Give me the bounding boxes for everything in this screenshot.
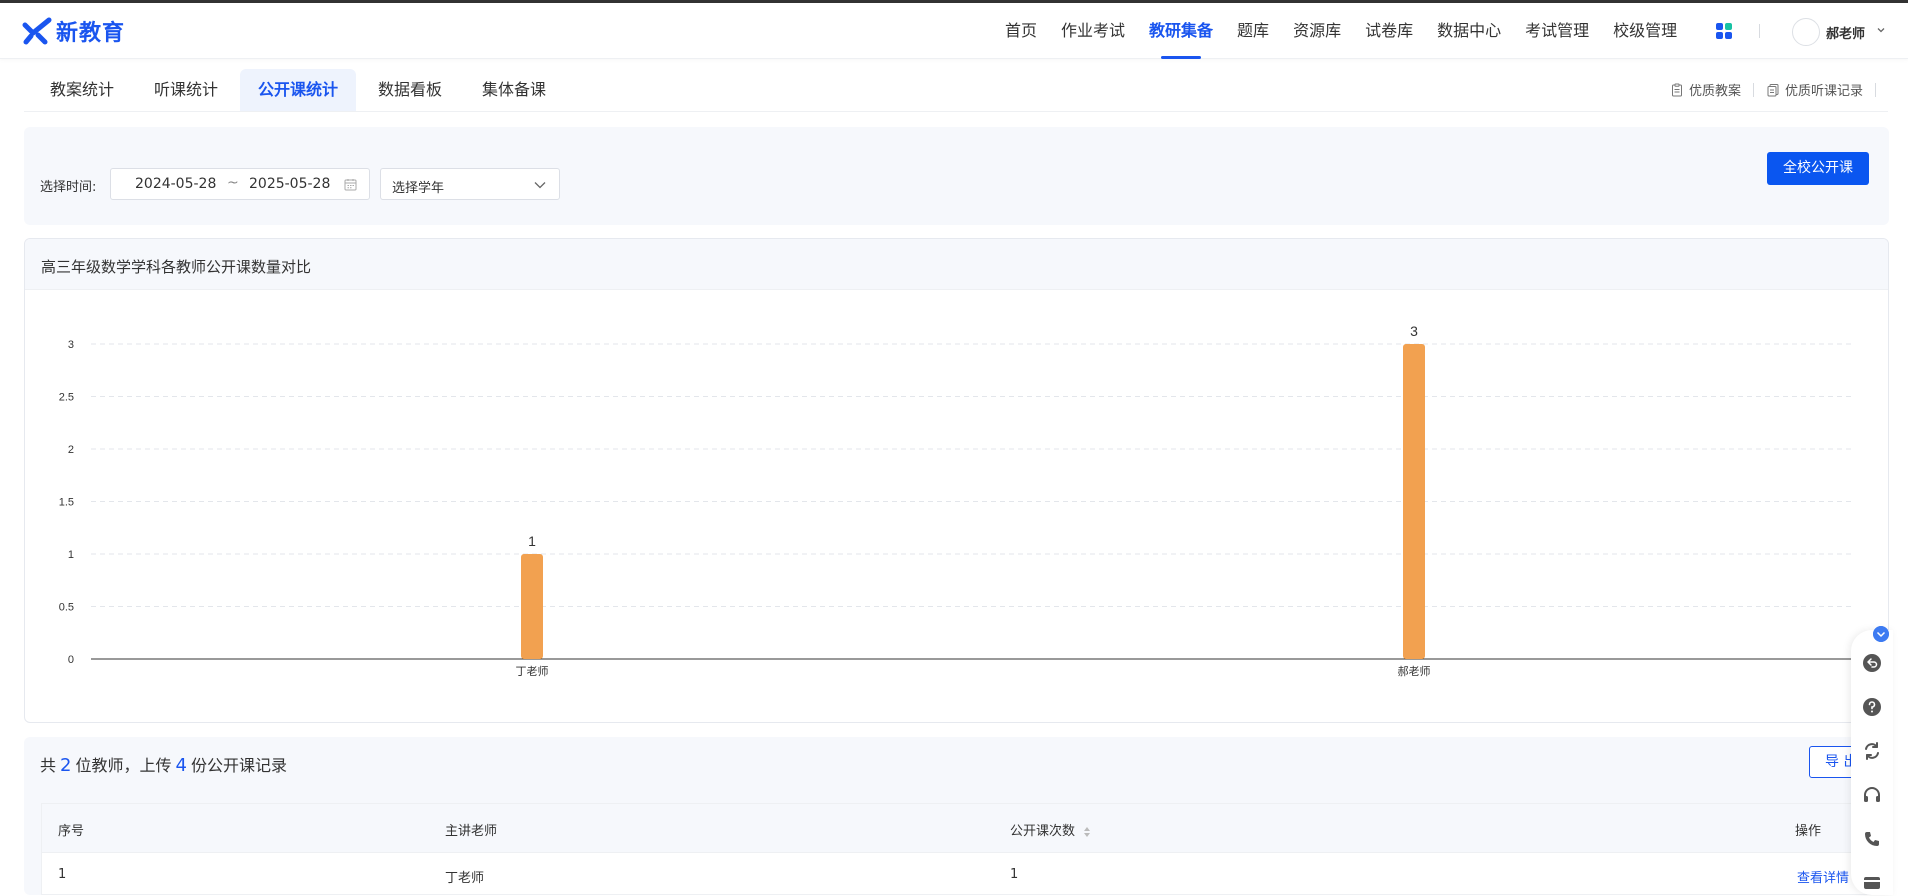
quality-observation-records-link[interactable]: 优质听课记录 [1766,80,1863,99]
nav-item-home[interactable]: 首页 [1005,3,1037,59]
chart-panel: 高三年级数学学科各教师公开课数量对比 0 0.5 1 1.5 2 2.5 3 1 丁老师 3 郝老师 [24,238,1889,723]
headset-icon[interactable] [1862,785,1882,805]
chevron-down-icon[interactable] [1876,25,1886,35]
y-tick-label: 1 [68,549,74,561]
nav-item-question-bank[interactable]: 题库 [1237,3,1269,59]
header-count[interactable]: 公开课次数 [1010,820,1091,839]
teacher-table: 序号 主讲老师 公开课次数 操作 1 丁老师 1 查看详情 [41,803,1889,895]
nav-item-school-management[interactable]: 校级管理 [1613,3,1677,59]
data-label: 3 [1410,323,1418,339]
data-label: 1 [528,533,536,549]
main-nav: 首页 作业考试 教研集备 题库 资源库 试卷库 数据中心 考试管理 校级管理 [1005,3,1701,59]
quick-links-divider [1752,82,1754,97]
sort-icon[interactable] [1083,826,1091,838]
card-icon[interactable] [1862,873,1882,893]
summary-prefix: 共 [40,756,57,775]
header-index: 序号 [58,824,85,839]
tab-open-class-stats[interactable]: 公开课统计 [240,69,357,111]
quick-links-divider-end [1875,82,1876,97]
avatar[interactable] [1792,18,1820,46]
nav-item-paper-library[interactable]: 试卷库 [1365,3,1413,59]
nav-item-homework-exam[interactable]: 作业考试 [1061,3,1125,59]
header-divider [1759,24,1760,38]
top-header: 新教育 首页 作业考试 教研集备 题库 资源库 试卷库 数据中心 考试管理 校级… [0,3,1908,59]
y-tick-label: 3 [68,339,74,351]
tab-lesson-plan-stats[interactable]: 教案统计 [32,69,132,111]
side-toolbar [1851,630,1893,895]
summary-text: 共 2 位教师，上传 4 份公开课记录 [40,752,287,776]
chart-title: 高三年级数学学科各教师公开课数量对比 [41,258,312,276]
row-index: 1 [58,867,67,882]
clipboard-icon [1671,83,1682,96]
nav-item-teaching-research[interactable]: 教研集备 [1149,3,1213,59]
notes-icon [1767,83,1779,96]
table-row: 1 丁老师 1 查看详情 [42,853,1888,896]
school-open-class-button[interactable]: 全校公开课 [1767,152,1869,185]
bar [1403,344,1425,659]
phone-icon[interactable] [1862,829,1882,849]
quick-links: 优质教案 优质听课记录 [1670,80,1888,99]
teacher-count: 2 [60,755,72,776]
quality-lesson-plans-label: 优质教案 [1688,84,1741,99]
logo[interactable]: 新教育 [22,14,125,48]
y-tick-label: 1.5 [59,497,74,509]
x-tick-label: 丁老师 [516,665,549,678]
logo-text: 新教育 [56,21,126,46]
date-range-picker[interactable]: 2024-05-28 ~ 2025-05-28 [110,168,370,200]
x-tick-label: 郝老师 [1398,664,1431,678]
quality-observation-records-label: 优质听课记录 [1784,84,1863,99]
tab-collective-prep[interactable]: 集体备课 [464,69,564,111]
quality-lesson-plans-link[interactable]: 优质教案 [1670,80,1741,99]
nav-item-exam-management[interactable]: 考试管理 [1525,3,1589,59]
header-action: 操作 [1795,824,1822,839]
filter-panel: 选择时间: 2024-05-28 ~ 2025-05-28 选择学年 全校公开课 [24,127,1889,225]
table-header: 序号 主讲老师 公开课次数 操作 [42,804,1888,853]
chart-header: 高三年级数学学科各教师公开课数量对比 [25,239,1888,290]
y-tick-label: 2.5 [59,392,74,404]
school-year-select[interactable]: 选择学年 [380,168,560,200]
undo-icon[interactable] [1862,653,1882,673]
tab-observation-stats[interactable]: 听课统计 [136,69,236,111]
summary-mid: 位教师，上传 [75,756,172,775]
summary-suffix: 份公开课记录 [190,756,287,775]
logo-mark-icon [22,17,52,45]
nav-item-resource-library[interactable]: 资源库 [1293,3,1341,59]
view-details-link[interactable]: 查看详情 [1797,867,1849,886]
refresh-icon[interactable] [1862,741,1882,761]
school-year-placeholder: 选择学年 [392,181,445,196]
nav-item-data-center[interactable]: 数据中心 [1437,3,1501,59]
tab-data-dashboard[interactable]: 数据看板 [360,69,460,111]
bar [521,554,543,659]
bar-chart: 0 0.5 1 1.5 2 2.5 3 1 丁老师 3 郝老师 [59,323,1855,678]
y-tick-label: 2 [68,444,74,456]
help-icon[interactable] [1862,697,1882,717]
time-filter-label: 选择时间: [40,180,97,195]
collapse-toolbar-icon[interactable] [1873,626,1889,642]
apps-grid-icon[interactable] [1716,23,1732,39]
row-teacher: 丁老师 [445,871,485,886]
y-tick-label: 0 [68,654,74,666]
record-count: 4 [175,755,187,776]
calendar-icon[interactable] [344,178,357,191]
row-count: 1 [1010,867,1019,882]
header-teacher: 主讲老师 [445,824,498,839]
header-count-label: 公开课次数 [1010,824,1076,839]
y-tick-label: 0.5 [59,602,74,614]
user-name[interactable]: 郝老师 [1826,23,1865,42]
summary-panel: 共 2 位教师，上传 4 份公开课记录 导 出 序号 主讲老师 公开课次数 操作 1 丁… [24,737,1889,895]
sub-tabs: 教案统计 听课统计 公开课统计 数据看板 集体备课 [24,69,1888,112]
end-date[interactable]: 2025-05-28 [249,176,330,192]
date-range-separator: ~ [227,175,239,191]
chevron-down-icon [534,182,546,189]
start-date[interactable]: 2024-05-28 [135,176,216,192]
